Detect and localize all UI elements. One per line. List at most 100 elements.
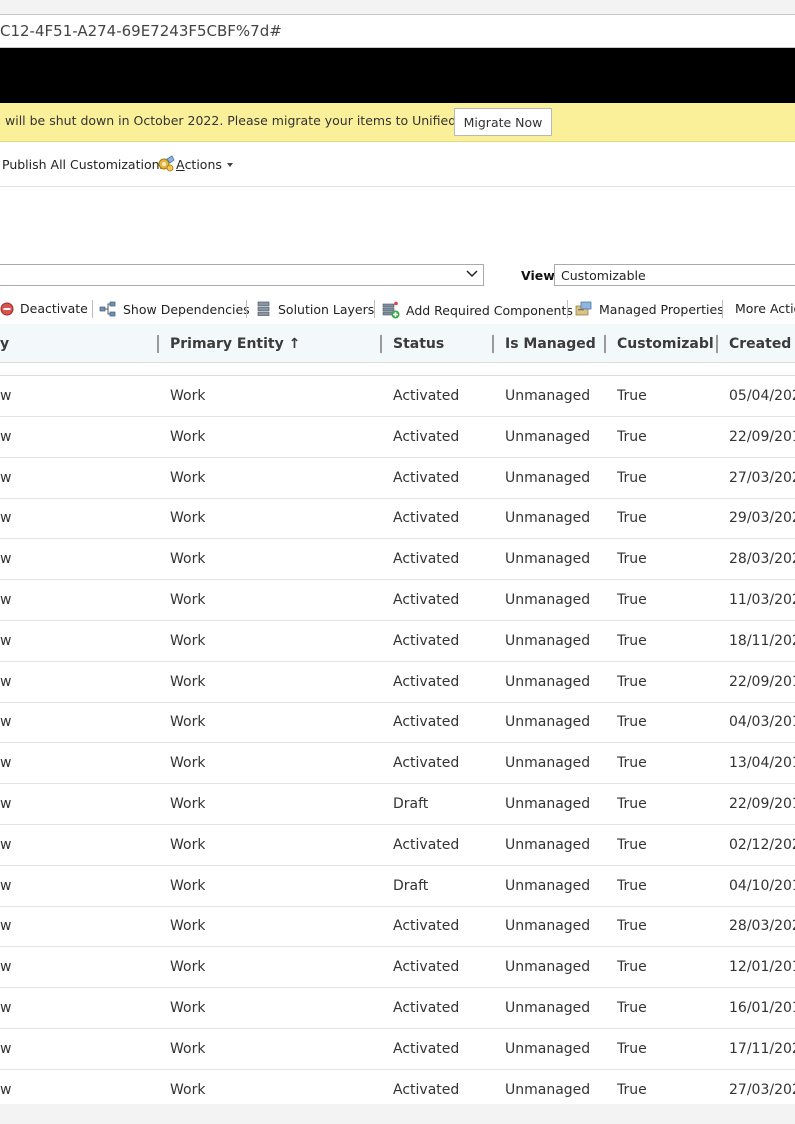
- app-header-bar: [0, 48, 795, 103]
- cell-status: Activated: [393, 714, 460, 731]
- managed-properties-button[interactable]: Managed Properties: [575, 301, 724, 317]
- show-dependencies-label: Show Dependencies: [123, 301, 250, 317]
- main-content: Publish All Customizations Actions View …: [0, 142, 795, 1111]
- show-dependencies-button[interactable]: Show Dependencies: [99, 301, 250, 317]
- table-row[interactable]: w Work Activated Unmanaged True 29/03/202: [0, 498, 795, 540]
- cell-first: w: [0, 918, 12, 935]
- solution-layers-label: Solution Layers: [278, 301, 375, 317]
- chevron-down-icon: [226, 163, 233, 167]
- cell-customizable: True: [617, 388, 647, 404]
- cell-customizable: True: [617, 918, 647, 935]
- cell-primary-entity: Work: [170, 428, 206, 445]
- table-row[interactable]: w Work Activated Unmanaged True 17/11/202: [0, 1029, 795, 1070]
- cell-customizable: True: [617, 428, 647, 445]
- table-row[interactable]: w Work Activated Unmanaged True 13/04/201: [0, 743, 795, 785]
- column-resize-handle[interactable]: [157, 335, 159, 353]
- cell-status: Activated: [393, 959, 460, 976]
- cell-created-on: 12/01/201: [729, 959, 795, 976]
- cell-first: w: [0, 836, 12, 853]
- column-header-first[interactable]: y: [0, 336, 9, 352]
- grid-toolbar: Deactivate Show Dependencies Solution La…: [0, 294, 795, 325]
- cell-customizable: True: [617, 1040, 647, 1057]
- component-type-select[interactable]: [0, 264, 484, 286]
- view-select-value: Customizable: [561, 268, 646, 283]
- table-row[interactable]: w Work Activated Unmanaged True 22/09/201: [0, 662, 795, 703]
- actions-menu-button[interactable]: Actions: [156, 155, 233, 173]
- publish-all-customizations-button[interactable]: Publish All Customizations: [2, 157, 166, 172]
- table-row[interactable]: w Work Draft Unmanaged True 04/10/201: [0, 866, 795, 907]
- cell-primary-entity: Work: [170, 632, 206, 649]
- column-resize-handle[interactable]: [716, 335, 718, 353]
- cell-primary-entity: Work: [170, 510, 206, 527]
- table-row[interactable]: w Work Activated Unmanaged True 05/04/202: [0, 376, 795, 417]
- cell-primary-entity: Work: [170, 755, 206, 772]
- cell-primary-entity: Work: [170, 959, 206, 976]
- column-header-is-managed[interactable]: Is Managed: [505, 336, 596, 352]
- chevron-down-icon: [466, 270, 478, 278]
- command-bar: Publish All Customizations Actions: [0, 142, 795, 187]
- cell-created-on: 28/03/202: [729, 918, 795, 935]
- table-row[interactable]: w Work Activated Unmanaged True 12/01/201: [0, 947, 795, 989]
- cell-customizable: True: [617, 1081, 647, 1098]
- table-row[interactable]: w Work Activated Unmanaged True 27/03/202: [0, 458, 795, 499]
- cell-created-on: 22/09/201: [729, 796, 795, 812]
- cell-customizable: True: [617, 877, 647, 894]
- cell-created-on: 16/01/201: [729, 1000, 795, 1016]
- cell-is-managed: Unmanaged: [505, 1081, 591, 1098]
- column-header-created-on[interactable]: Created O: [729, 336, 795, 352]
- cell-customizable: True: [617, 551, 647, 568]
- more-actions-button[interactable]: More Actio: [735, 301, 795, 316]
- table-row[interactable]: w Work Activated Unmanaged True 02/12/202: [0, 825, 795, 866]
- actions-gear-icon: [158, 155, 175, 172]
- cell-created-on: 17/11/202: [729, 1040, 795, 1057]
- table-row[interactable]: w Work Activated Unmanaged True 18/11/202: [0, 621, 795, 662]
- table-row[interactable]: w Work Draft Unmanaged True 22/09/201: [0, 784, 795, 825]
- address-url[interactable]: C12-4F51-A274-69E7243F5CBF%7d#: [0, 22, 282, 40]
- cell-first: w: [0, 551, 12, 568]
- cell-is-managed: Unmanaged: [505, 714, 591, 731]
- cell-first: w: [0, 959, 12, 976]
- solution-layers-button[interactable]: Solution Layers: [256, 301, 374, 317]
- column-header-customizable[interactable]: Customizable...: [617, 336, 714, 352]
- table-row[interactable]: w Work Activated Unmanaged True 22/09/201: [0, 417, 795, 458]
- cell-is-managed: Unmanaged: [505, 796, 591, 812]
- column-header-primary-entity[interactable]: Primary Entity ↑: [170, 336, 300, 352]
- cell-customizable: True: [617, 836, 647, 853]
- table-row[interactable]: w Work Activated Unmanaged True 16/01/201: [0, 988, 795, 1029]
- cell-first: w: [0, 755, 12, 772]
- cell-is-managed: Unmanaged: [505, 1040, 591, 1057]
- view-select[interactable]: Customizable: [554, 264, 795, 286]
- column-header-status[interactable]: Status: [393, 336, 444, 352]
- cell-is-managed: Unmanaged: [505, 592, 591, 608]
- cell-is-managed: Unmanaged: [505, 959, 591, 976]
- cell-created-on: 29/03/202: [729, 510, 795, 527]
- cell-created-on: 11/03/202: [729, 592, 795, 608]
- cell-is-managed: Unmanaged: [505, 836, 591, 853]
- cell-first: w: [0, 1081, 12, 1098]
- table-row[interactable]: w Work Activated Unmanaged True 28/03/202: [0, 539, 795, 581]
- cell-status: Activated: [393, 469, 460, 486]
- migration-notice-banner: will be shut down in October 2022. Pleas…: [0, 103, 795, 142]
- cell-primary-entity: Work: [170, 918, 206, 935]
- cell-is-managed: Unmanaged: [505, 632, 591, 649]
- dependencies-icon: [99, 301, 116, 317]
- deactivate-button[interactable]: Deactivate: [0, 301, 88, 316]
- table-row[interactable]: w Work Activated Unmanaged True 28/03/202: [0, 906, 795, 948]
- address-bar[interactable]: C12-4F51-A274-69E7243F5CBF%7d#: [0, 14, 795, 48]
- cell-status: Activated: [393, 1081, 460, 1098]
- add-required-components-button[interactable]: Add Required Components: [382, 301, 573, 319]
- column-resize-handle[interactable]: [604, 335, 606, 353]
- migrate-now-button[interactable]: Migrate Now: [454, 108, 552, 136]
- cell-customizable: True: [617, 959, 647, 976]
- column-resize-handle[interactable]: [380, 335, 382, 353]
- table-row[interactable]: w Work Activated Unmanaged True 04/03/201: [0, 702, 795, 744]
- table-row[interactable]: w Work Activated Unmanaged True 11/03/202: [0, 580, 795, 621]
- column-resize-handle[interactable]: [492, 335, 494, 353]
- cell-customizable: True: [617, 469, 647, 486]
- cell-created-on: 27/03/202: [729, 469, 795, 486]
- cell-status: Activated: [393, 510, 460, 527]
- cell-status: Activated: [393, 632, 460, 649]
- add-required-components-label: Add Required Components: [406, 302, 573, 318]
- cell-created-on: 22/09/201: [729, 428, 795, 445]
- cell-status: Activated: [393, 1040, 460, 1057]
